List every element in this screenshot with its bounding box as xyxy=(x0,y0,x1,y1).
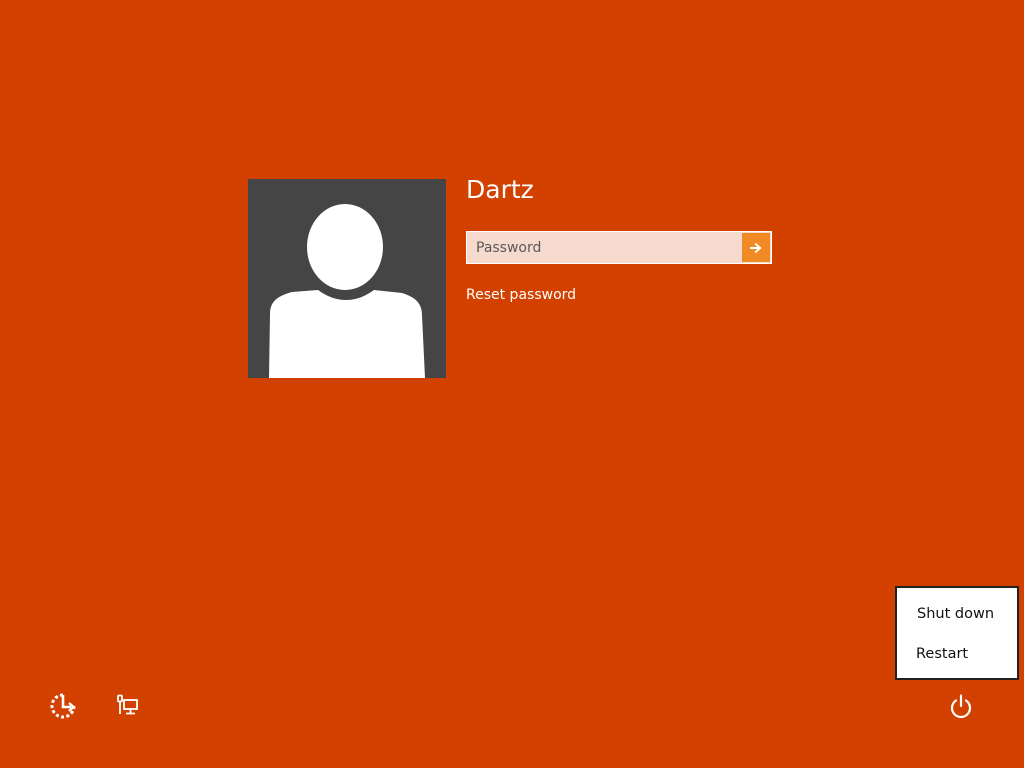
password-input[interactable] xyxy=(467,232,741,263)
user-silhouette-icon xyxy=(269,204,425,378)
ease-of-access-icon xyxy=(50,693,76,719)
menu-item-restart[interactable]: Restart xyxy=(897,636,1017,672)
arrow-right-icon xyxy=(750,242,762,253)
ease-of-access-button[interactable] xyxy=(48,691,78,721)
menu-item-shut-down[interactable]: Shut down xyxy=(897,596,1017,632)
network-button[interactable] xyxy=(112,691,142,721)
submit-button[interactable] xyxy=(742,233,770,262)
power-button[interactable] xyxy=(946,691,976,721)
power-options-menu: Shut down Restart xyxy=(895,586,1019,680)
user-avatar xyxy=(248,179,446,378)
user-name: Dartz xyxy=(466,175,534,204)
password-field-container xyxy=(466,231,772,264)
power-icon xyxy=(950,694,972,719)
network-icon xyxy=(117,694,138,715)
reset-password-link[interactable]: Reset password xyxy=(466,285,576,305)
